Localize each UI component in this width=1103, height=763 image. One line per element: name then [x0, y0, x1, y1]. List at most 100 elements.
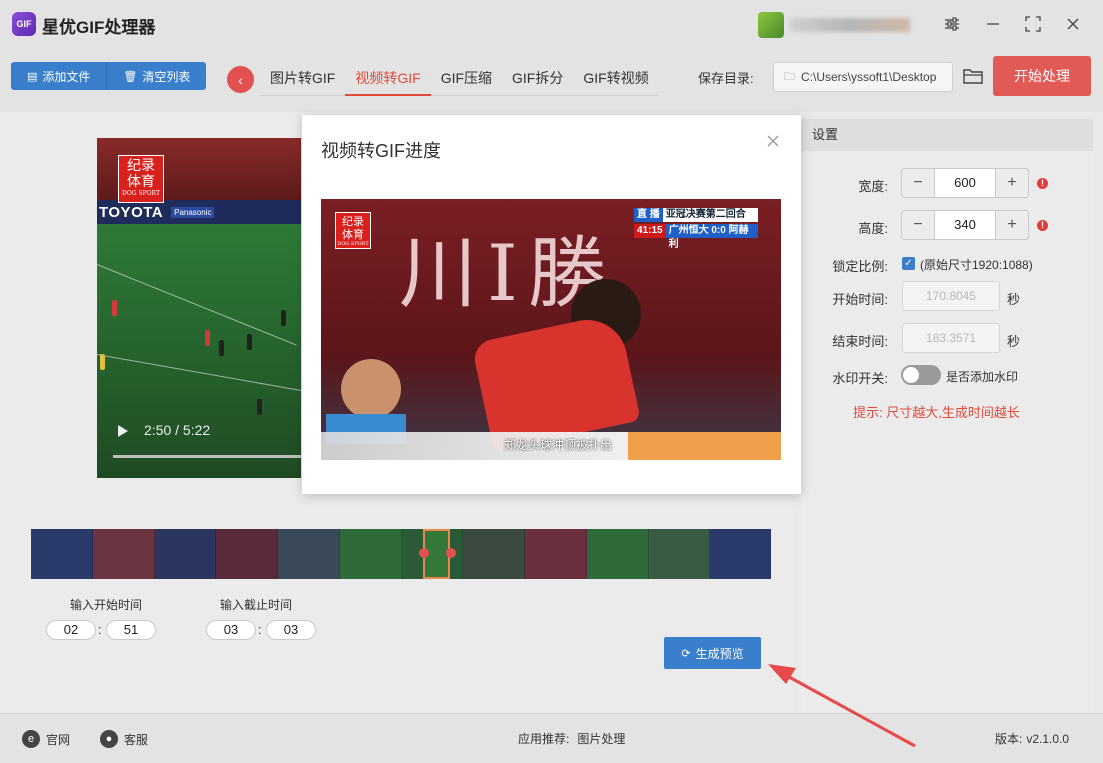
- player-figure: [281, 310, 286, 326]
- user-account[interactable]: [758, 12, 918, 38]
- website-link[interactable]: e 官网: [22, 730, 70, 748]
- thumbnail-frame: [648, 529, 711, 579]
- save-dir-label: 保存目录:: [698, 71, 754, 86]
- toggle-knob: [903, 367, 919, 383]
- gif-channel-logo: 纪录 体育 DOG SPORT: [335, 212, 371, 249]
- height-stepper[interactable]: − 340 +: [901, 210, 1029, 240]
- tab-gif-split[interactable]: GIF拆分: [502, 64, 573, 95]
- thumbnail-frame: [92, 529, 155, 579]
- trash-icon: 🗑: [123, 70, 138, 83]
- thumbnail-frame: [216, 529, 278, 579]
- folder-icon: [963, 69, 983, 84]
- width-stepper[interactable]: − 600 +: [901, 168, 1029, 198]
- avatar[interactable]: [758, 12, 784, 38]
- tab-video-to-gif[interactable]: 视频转GIF: [345, 64, 432, 96]
- maximize-button[interactable]: [1021, 12, 1045, 36]
- channel-logo-text: DOG SPORT: [122, 190, 160, 197]
- chat-icon: ●: [100, 730, 118, 748]
- recommend-image-link[interactable]: 图片处理: [577, 730, 625, 747]
- clear-list-button[interactable]: 🗑 清空列表: [107, 62, 207, 90]
- end-time-label: 结束时间:: [832, 334, 888, 349]
- dialog-close-button[interactable]: [765, 135, 781, 151]
- tab-image-to-gif[interactable]: 图片转GIF: [260, 64, 345, 95]
- tab-gif-compress[interactable]: GIF压缩: [431, 64, 502, 95]
- banner-brand-text: TOYOTA: [99, 203, 164, 221]
- video-progress-bar[interactable]: [113, 455, 301, 458]
- minimize-button[interactable]: [981, 12, 1005, 36]
- height-increase-button[interactable]: +: [996, 211, 1028, 239]
- time-separator: :: [258, 622, 262, 637]
- thumbnail-frame: [278, 529, 340, 579]
- progress-dialog: 视频转GIF进度 川I勝 郑龙头球冲顶被扑出 直 播 亚冠决赛第二回合 41:1…: [302, 115, 801, 494]
- gif-logo-text: 纪录: [342, 215, 364, 228]
- gif-orange-bar: [628, 432, 781, 460]
- document-icon: ▤: [27, 70, 38, 83]
- settings-header: 设置: [801, 119, 1093, 151]
- start-minute-input[interactable]: 02: [46, 620, 96, 640]
- settings-panel: 设置 宽度: − 600 + ! 高度: − 340 + ! 锁定比例: ✓ (…: [801, 119, 1093, 713]
- lock-ratio-checkbox[interactable]: ✓: [902, 257, 915, 270]
- warning-icon[interactable]: !: [1037, 220, 1048, 231]
- range-end-handle[interactable]: [446, 548, 456, 558]
- player-figure: [205, 330, 210, 346]
- add-file-button[interactable]: ▤ 添加文件: [11, 62, 108, 90]
- end-minute-input[interactable]: 03: [206, 620, 256, 640]
- height-label: 高度:: [858, 221, 888, 236]
- time-separator: :: [98, 622, 102, 637]
- browse-folder-button[interactable]: [961, 64, 985, 88]
- end-time-field: 183.3571: [902, 323, 1000, 353]
- close-icon: [1067, 18, 1079, 30]
- banner-sponsor-text: Panasonic: [171, 206, 215, 218]
- height-decrease-button[interactable]: −: [902, 211, 934, 239]
- add-file-label: 添加文件: [42, 69, 91, 84]
- clear-list-label: 清空列表: [142, 69, 191, 84]
- support-link[interactable]: ● 客服: [100, 730, 148, 748]
- watermark-toggle[interactable]: [901, 365, 941, 385]
- player-figure: [247, 334, 252, 350]
- gif-caption: 郑龙头球冲顶被扑出: [504, 438, 613, 452]
- start-processing-button[interactable]: 开始处理: [993, 56, 1091, 96]
- score-time: 41:15: [634, 224, 666, 238]
- minimize-icon: [987, 23, 999, 25]
- refresh-icon: ⟳: [681, 647, 691, 660]
- player-figure: [112, 300, 117, 316]
- height-value[interactable]: 340: [934, 211, 996, 239]
- width-decrease-button[interactable]: −: [902, 169, 934, 197]
- version-value: v2.1.0.0: [1026, 731, 1070, 746]
- end-time-input-label: 输入截止时间: [220, 598, 293, 612]
- thumbnail-frame: [586, 529, 649, 579]
- dialog-title: 视频转GIF进度: [321, 141, 441, 161]
- start-time-field: 170.8045: [902, 281, 1000, 311]
- timeline-filmstrip[interactable]: [31, 529, 771, 579]
- thumbnail-frame: [463, 529, 525, 579]
- website-label: 官网: [46, 732, 71, 747]
- lock-ratio-label: 锁定比例:: [832, 259, 888, 274]
- start-second-input[interactable]: 51: [106, 620, 156, 640]
- user-name-blurred: [790, 18, 910, 32]
- gif-player-face: [341, 359, 401, 419]
- settings-sliders-button[interactable]: [940, 12, 964, 36]
- end-second-input[interactable]: 03: [266, 620, 316, 640]
- app-logo-icon: GIF: [12, 12, 36, 36]
- app-title: 星优GIF处理器: [42, 18, 156, 37]
- warning-icon[interactable]: !: [1037, 178, 1048, 189]
- width-value[interactable]: 600: [934, 169, 996, 197]
- ie-icon: e: [22, 730, 40, 748]
- save-dir-input[interactable]: 🗀 C:\Users\yssoft1\Desktop: [773, 62, 953, 92]
- score-line: 广州恒大 0:0 阿赫利: [665, 224, 758, 250]
- back-button[interactable]: ‹: [227, 66, 254, 93]
- range-start-handle[interactable]: [419, 548, 429, 558]
- feature-tabs: 图片转GIF 视频转GIF GIF压缩 GIF拆分 GIF转视频: [260, 64, 659, 96]
- tab-gif-to-video[interactable]: GIF转视频: [573, 64, 658, 95]
- play-icon[interactable]: [117, 424, 129, 438]
- generate-preview-button[interactable]: ⟳ 生成预览: [664, 637, 761, 669]
- lock-ratio-text: (原始尺寸1920:1088): [920, 258, 1033, 272]
- close-window-button[interactable]: [1061, 12, 1085, 36]
- channel-logo-text: 纪录: [127, 158, 155, 174]
- width-increase-button[interactable]: +: [996, 169, 1028, 197]
- gif-logo-text: 体育: [342, 228, 364, 241]
- player-figure: [219, 340, 224, 356]
- title-bar: GIF 星优GIF处理器: [0, 0, 1103, 50]
- gif-preview: 川I勝 郑龙头球冲顶被扑出 直 播 亚冠决赛第二回合 41:15 广州恒大 0:…: [321, 199, 781, 460]
- video-player[interactable]: TOYOTA Panasonic 纪录 体育 DOG SPORT 2:50 / …: [97, 138, 301, 478]
